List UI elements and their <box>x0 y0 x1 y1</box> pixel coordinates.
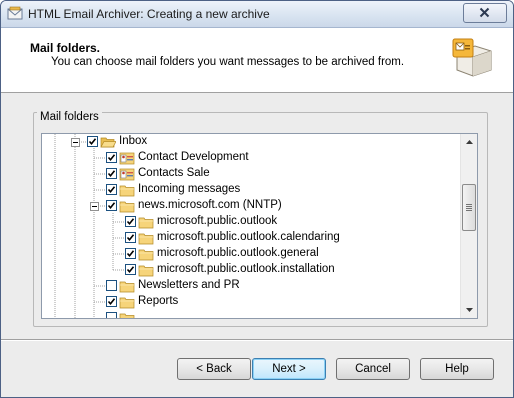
page-subtitle: You can choose mail folders you want mes… <box>51 56 405 68</box>
outlook-general-checkbox[interactable] <box>125 248 136 259</box>
tree-item-incoming-messages[interactable]: Incoming messages <box>42 182 458 198</box>
checkmark-icon <box>107 186 116 194</box>
reports-label: Reports <box>138 295 179 307</box>
contact-development-checkbox[interactable] <box>106 152 117 163</box>
contacts-folder-icon <box>119 152 135 165</box>
folder-tree-viewport: Inbox Contact Development Contacts Sale … <box>42 134 458 318</box>
back-button[interactable]: < Back <box>177 358 251 380</box>
news-microsoft-label: news.microsoft.com (NNTP) <box>138 199 282 211</box>
outlook-general-label: microsoft.public.outlook.general <box>157 247 319 259</box>
outlook-installation-label: microsoft.public.outlook.installation <box>157 263 335 275</box>
tree-item-news-microsoft[interactable]: news.microsoft.com (NNTP) <box>42 198 458 214</box>
next-button[interactable]: Next > <box>252 358 326 380</box>
close-button[interactable] <box>463 3 507 23</box>
checkmark-icon <box>126 266 135 274</box>
contact-development-label: Contact Development <box>138 151 249 163</box>
tree-vertical-scrollbar[interactable] <box>460 134 477 318</box>
title-bar[interactable]: HTML Email Archiver: Creating a new arch… <box>1 1 513 28</box>
grip-line <box>466 206 472 207</box>
open-folder-icon <box>100 137 116 148</box>
grip-line <box>466 210 472 211</box>
scroll-down-button[interactable] <box>461 301 477 318</box>
folder-icon <box>119 297 135 309</box>
contacts-folder-icon <box>119 168 135 181</box>
cancel-button[interactable]: Cancel <box>336 358 410 380</box>
help-button[interactable]: Help <box>420 358 494 380</box>
tree-item-reports[interactable]: Reports <box>42 294 458 310</box>
incoming-messages-label: Incoming messages <box>138 183 241 195</box>
checkmark-icon <box>126 250 135 258</box>
checkmark-icon <box>107 154 116 162</box>
checkmark-icon <box>126 234 135 242</box>
tree-item-outlook-installation[interactable]: microsoft.public.outlook.installation <box>42 262 458 278</box>
folder-icon <box>119 313 135 318</box>
checkmark-icon <box>107 202 116 210</box>
folder-icon <box>119 201 135 213</box>
newsletters-and-pr-checkbox[interactable] <box>106 280 117 291</box>
partial-row-checkbox <box>106 312 117 318</box>
tree-item-inbox[interactable]: Inbox <box>42 134 458 150</box>
window-title: HTML Email Archiver: Creating a new arch… <box>28 7 270 21</box>
contacts-sale-checkbox[interactable] <box>106 168 117 179</box>
newsletters-and-pr-label: Newsletters and PR <box>138 279 240 291</box>
tree-item-newsletters-and-pr[interactable]: Newsletters and PR <box>42 278 458 294</box>
archive-box-icon <box>452 38 492 77</box>
tree-item-outlook-general[interactable]: microsoft.public.outlook.general <box>42 246 458 262</box>
folder-icon <box>138 265 154 277</box>
arrow-up-icon <box>466 140 473 144</box>
tree-item-outlook-calendaring[interactable]: microsoft.public.outlook.calendaring <box>42 230 458 246</box>
mail-folders-group-label: Mail folders <box>37 111 102 123</box>
outlook-installation-checkbox[interactable] <box>125 264 136 275</box>
tree-item-contacts-sale[interactable]: Contacts Sale <box>42 166 458 182</box>
folder-icon <box>119 185 135 197</box>
tree-item-partial <box>42 310 458 318</box>
checkmark-icon <box>126 218 135 226</box>
inbox-checkbox[interactable] <box>87 136 98 147</box>
app-icon <box>7 6 23 20</box>
microsoft-public-outlook-checkbox[interactable] <box>125 216 136 227</box>
checkmark-icon <box>107 298 116 306</box>
wizard-header: Mail folders. You can choose mail folder… <box>1 28 513 93</box>
contacts-sale-label: Contacts Sale <box>138 167 210 179</box>
close-icon <box>479 7 490 18</box>
folder-icon <box>138 217 154 229</box>
folder-icon <box>138 233 154 245</box>
outlook-calendaring-checkbox[interactable] <box>125 232 136 243</box>
page-title: Mail folders. <box>30 41 101 55</box>
checkmark-icon <box>107 170 116 178</box>
wizard-window: HTML Email Archiver: Creating a new arch… <box>0 0 514 398</box>
folder-icon <box>119 281 135 293</box>
reports-checkbox[interactable] <box>106 296 117 307</box>
inbox-label: Inbox <box>119 135 148 147</box>
checkmark-icon <box>88 138 97 146</box>
microsoft-public-outlook-label: microsoft.public.outlook <box>157 215 278 227</box>
incoming-messages-checkbox[interactable] <box>106 184 117 195</box>
tree-item-contact-development[interactable]: Contact Development <box>42 150 458 166</box>
grip-line <box>466 208 472 209</box>
tree-item-microsoft-public-outlook[interactable]: microsoft.public.outlook <box>42 214 458 230</box>
arrow-down-icon <box>466 308 473 312</box>
scroll-up-button[interactable] <box>461 134 477 151</box>
grip-line <box>466 204 472 205</box>
scroll-thumb[interactable] <box>462 184 476 231</box>
folder-tree[interactable]: Inbox Contact Development Contacts Sale … <box>41 133 478 319</box>
news-microsoft-checkbox[interactable] <box>106 200 117 211</box>
footer-separator <box>1 339 513 341</box>
folder-icon <box>138 249 154 261</box>
outlook-calendaring-label: microsoft.public.outlook.calendaring <box>157 231 340 243</box>
